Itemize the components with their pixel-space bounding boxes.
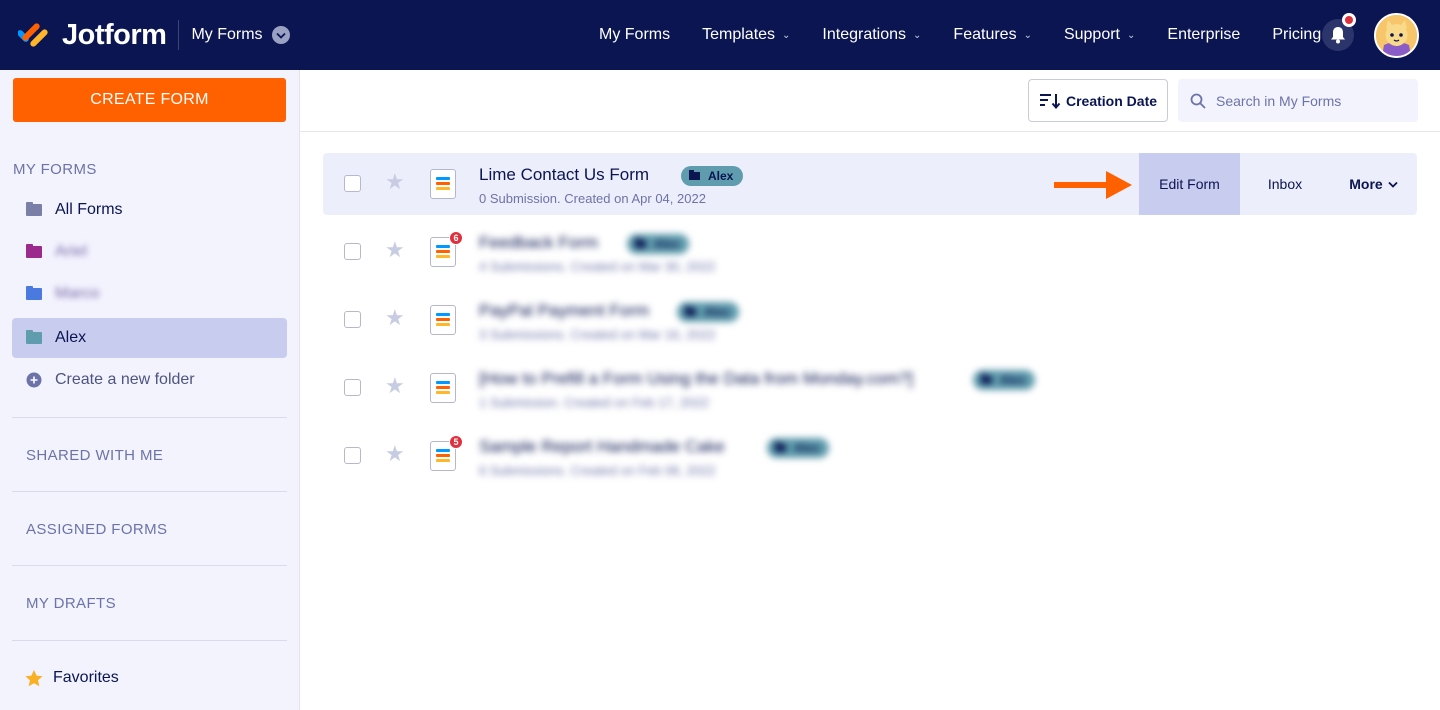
row-checkbox[interactable]: [344, 243, 361, 260]
form-subtitle: 6 Submissions. Created on Feb 08, 2022: [479, 463, 716, 478]
folder-icon: [635, 238, 646, 248]
favorite-star-icon[interactable]: ★: [385, 171, 405, 193]
caret-down-icon: ⌄: [913, 29, 922, 41]
nav-features[interactable]: Features ⌄: [953, 26, 1032, 44]
nav-templates[interactable]: Templates ⌄: [702, 26, 790, 44]
folder-tag: Alex: [681, 166, 744, 186]
form-subtitle: 1 Submission. Created on Feb 17, 2022: [479, 395, 709, 410]
folder-icon: [26, 202, 42, 216]
nav-enterprise[interactable]: Enterprise: [1167, 26, 1240, 44]
caret-down-icon: ⌄: [1127, 29, 1136, 41]
avatar-cat-icon: [1376, 15, 1417, 56]
product-switcher[interactable]: My Forms: [191, 26, 290, 44]
assigned-forms-link[interactable]: ASSIGNED FORMS: [26, 521, 167, 538]
edit-form-button[interactable]: Edit Form: [1139, 153, 1240, 215]
sidebar-divider: [12, 417, 287, 418]
unread-count-badge: 6: [449, 231, 463, 245]
row-checkbox[interactable]: [344, 311, 361, 328]
form-subtitle: 4 Submissions. Created on Mar 30, 2022: [479, 259, 716, 274]
form-title[interactable]: PayPal Payment Form: [479, 301, 649, 321]
form-title[interactable]: [How to Prefill a Form Using the Data fr…: [479, 369, 913, 389]
nav-my-forms[interactable]: My Forms: [599, 26, 670, 44]
sidebar-divider: [12, 565, 287, 566]
product-switcher-label: My Forms: [191, 26, 263, 43]
sidebar-divider: [12, 491, 287, 492]
unread-count-badge: 5: [449, 435, 463, 449]
form-row[interactable]: ★ [How to Prefill a Form Using the Data …: [323, 357, 1417, 419]
header-divider: [178, 20, 180, 50]
favorite-star-icon[interactable]: ★: [385, 375, 405, 397]
chevron-down-icon: [1388, 181, 1398, 188]
folder-icon: [775, 442, 786, 452]
create-form-button[interactable]: CREATE FORM: [13, 78, 286, 122]
favorite-star-icon[interactable]: ★: [385, 443, 405, 465]
folder-icon: [26, 286, 42, 300]
avatar[interactable]: [1374, 13, 1419, 58]
inbox-button[interactable]: Inbox: [1240, 153, 1330, 215]
sort-icon: [1040, 93, 1061, 109]
sidebar-item-ariel[interactable]: Ariel: [12, 232, 287, 272]
my-forms-heading: MY FORMS: [13, 161, 97, 178]
form-row[interactable]: ★ 6 Feedback Form Alex 4 Submissions. Cr…: [323, 221, 1417, 283]
sidebar-item-alex[interactable]: Alex: [12, 318, 287, 358]
star-icon: [25, 669, 43, 686]
form-icon: [430, 305, 456, 335]
search-box: [1178, 79, 1418, 122]
form-subtitle: 0 Submission. Created on Apr 04, 2022: [479, 191, 706, 206]
sort-label: Creation Date: [1066, 92, 1158, 109]
form-row[interactable]: ★ PayPal Payment Form Alex 3 Submissions…: [323, 289, 1417, 351]
chevron-down-icon: [271, 26, 290, 44]
brand-name: Jotform: [62, 18, 167, 51]
jotform-logo-icon: [18, 23, 48, 49]
folder-icon: [689, 170, 700, 180]
caret-down-icon: ⌄: [1023, 29, 1032, 41]
nav-integrations[interactable]: Integrations ⌄: [822, 26, 921, 44]
search-icon: [1190, 93, 1206, 109]
notification-dot: [1342, 13, 1356, 27]
folder-tag: Alex: [767, 438, 830, 458]
nav-pricing[interactable]: Pricing: [1272, 26, 1321, 44]
favorite-star-icon[interactable]: ★: [385, 307, 405, 329]
form-icon: [430, 373, 456, 403]
row-checkbox[interactable]: [344, 447, 361, 464]
favorite-star-icon[interactable]: ★: [385, 239, 405, 261]
my-drafts-link[interactable]: MY DRAFTS: [26, 595, 116, 612]
form-title[interactable]: Sample Report Handmade Cake: [479, 437, 725, 457]
sidebar-divider: [12, 640, 287, 641]
row-checkbox[interactable]: [344, 175, 361, 192]
create-folder-button[interactable]: Create a new folder: [12, 360, 287, 400]
sidebar-item-marco[interactable]: Marco: [12, 274, 287, 314]
caret-down-icon: ⌄: [782, 29, 791, 41]
bell-icon: [1331, 27, 1345, 44]
folder-icon: [26, 244, 42, 258]
notifications-button[interactable]: [1322, 13, 1356, 51]
folder-icon: [981, 374, 992, 384]
folder-icon: [685, 306, 696, 316]
main-nav: My Forms Templates ⌄ Integrations ⌄ Featur…: [599, 0, 1353, 70]
form-row[interactable]: ★ Lime Contact Us Form Alex 0 Submission…: [323, 153, 1417, 215]
sidebar-item-all-forms[interactable]: All Forms: [12, 190, 287, 230]
form-icon: [430, 169, 456, 199]
folder-icon: [26, 330, 42, 344]
form-subtitle: 3 Submissions. Created on Mar 16, 2022: [479, 327, 716, 342]
sort-button[interactable]: Creation Date: [1028, 79, 1168, 122]
toolbar-divider: [300, 131, 1440, 132]
form-row[interactable]: ★ 5 Sample Report Handmade Cake Alex 6 S…: [323, 425, 1417, 487]
row-checkbox[interactable]: [344, 379, 361, 396]
top-navbar: Jotform My Forms My Forms Templates ⌄ Int…: [0, 0, 1440, 70]
search-input[interactable]: [1216, 92, 1406, 109]
form-title[interactable]: Lime Contact Us Form: [479, 165, 649, 185]
form-title[interactable]: Feedback Form: [479, 233, 598, 253]
nav-support[interactable]: Support ⌄: [1064, 26, 1135, 44]
pointer-arrow-icon: [1054, 171, 1132, 199]
jotform-logo[interactable]: Jotform: [18, 0, 167, 70]
sidebar: CREATE FORM MY FORMS All Forms Ariel Mar…: [0, 70, 300, 710]
folder-tag: Alex: [677, 302, 740, 322]
plus-circle-icon: [26, 372, 42, 388]
shared-with-me-link[interactable]: SHARED WITH ME: [26, 447, 163, 464]
folder-tag: Alex: [627, 234, 690, 254]
folder-tag: Alex: [973, 370, 1036, 390]
sidebar-item-favorites[interactable]: Favorites: [12, 658, 287, 698]
more-button[interactable]: More: [1330, 153, 1417, 215]
